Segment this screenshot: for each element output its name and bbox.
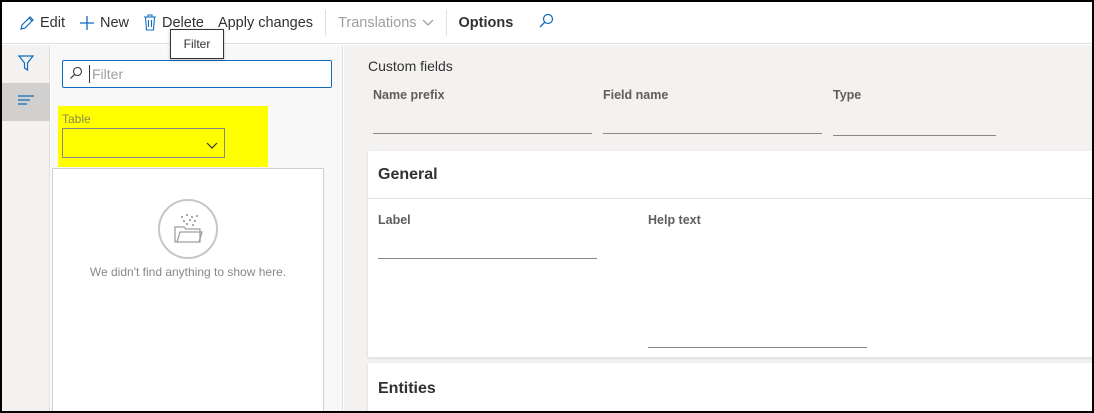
edit-icon [19, 15, 35, 31]
search-button[interactable] [520, 2, 561, 44]
filter-input[interactable] [89, 65, 319, 83]
toolbar-separator [325, 9, 327, 36]
translations-label: Translations [338, 14, 417, 31]
list-icon [17, 94, 35, 111]
general-section: General Label Help text [368, 151, 1092, 357]
app-frame: Edit New Delete Apply changes Translatio… [0, 0, 1094, 413]
list-rail-button[interactable] [2, 83, 50, 121]
type-field[interactable] [833, 135, 996, 136]
empty-folder-icon [158, 199, 218, 259]
main-content: Custom fields Name prefix Field name Typ… [344, 45, 1092, 411]
filter-rail-button[interactable] [2, 45, 50, 83]
trash-icon [143, 14, 157, 31]
apply-changes-label: Apply changes [217, 14, 314, 31]
filter-search-box[interactable] [62, 60, 332, 88]
filter-tooltip: Filter [170, 29, 224, 59]
toolbar-separator [445, 9, 447, 36]
search-icon [69, 66, 83, 83]
help-text-field[interactable] [648, 347, 867, 348]
field-name-field[interactable] [603, 133, 822, 134]
label-field[interactable] [378, 258, 597, 259]
help-text-label: Help text [648, 213, 701, 227]
apply-changes-button[interactable]: Apply changes [211, 2, 320, 44]
navigation-rail [2, 45, 50, 411]
custom-fields-title: Custom fields [368, 58, 453, 74]
action-pane: Edit New Delete Apply changes Translatio… [2, 2, 1092, 44]
filter-icon [17, 54, 35, 75]
table-label: Table [62, 112, 91, 126]
records-list: We didn't find anything to show here. [52, 168, 324, 411]
name-prefix-field[interactable] [373, 133, 592, 134]
options-label: Options [458, 14, 514, 31]
search-icon [538, 13, 554, 33]
chevron-down-icon [206, 137, 218, 153]
plus-icon [79, 15, 95, 31]
filter-pane: Table We didn't find anything to show h [51, 45, 343, 411]
type-label: Type [833, 88, 862, 102]
new-label: New [100, 14, 130, 31]
label-label: Label [378, 213, 411, 227]
general-section-header[interactable]: General [368, 151, 1092, 199]
empty-state-message: We didn't find anything to show here. [89, 265, 287, 279]
general-title: General [378, 165, 438, 183]
options-tab[interactable]: Options [452, 2, 521, 44]
field-name-label: Field name [603, 88, 669, 102]
entities-section-header[interactable]: Entities [368, 363, 1092, 411]
name-prefix-label: Name prefix [373, 88, 445, 102]
chevron-down-icon [422, 19, 434, 27]
entities-title: Entities [378, 380, 436, 397]
edit-button[interactable]: Edit [12, 2, 72, 44]
new-button[interactable]: New [72, 2, 136, 44]
entities-section: Entities [368, 363, 1092, 411]
table-dropdown[interactable] [62, 128, 225, 158]
translations-menu[interactable]: Translations [331, 2, 440, 44]
edit-label: Edit [40, 14, 65, 31]
